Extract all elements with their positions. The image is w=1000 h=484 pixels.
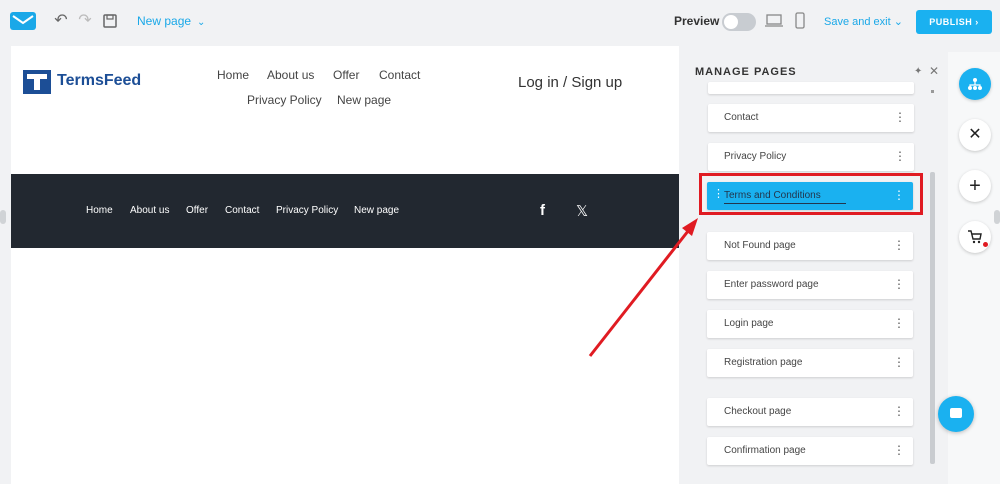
- page-item-not-found[interactable]: Not Found page ⋮: [707, 232, 913, 260]
- top-toolbar: ↶ ↷ New page ⌄ Preview Save and exit ⌄ PU…: [0, 0, 1000, 44]
- more-options-icon[interactable]: ⋮: [894, 149, 906, 163]
- right-resize-handle[interactable]: [994, 210, 1000, 224]
- preview-label: Preview: [674, 14, 720, 28]
- more-options-icon[interactable]: ⋮: [893, 238, 905, 252]
- chevron-down-icon: ⌄: [197, 17, 206, 28]
- preview-toggle[interactable]: [722, 13, 756, 31]
- page-item-label: Contact: [724, 112, 759, 123]
- page-item-label: Checkout page: [724, 406, 792, 417]
- chevron-down-icon: ⌄: [893, 16, 903, 28]
- panel-title: MANAGE PAGES: [695, 66, 797, 78]
- page-item-label: Registration page: [724, 357, 803, 368]
- redo-icon[interactable]: ↷: [76, 12, 94, 30]
- chevron-right-icon: ›: [975, 17, 979, 27]
- save-and-exit-button[interactable]: Save and exit ⌄: [824, 15, 903, 28]
- page-item-partial[interactable]: [708, 82, 914, 94]
- sitemap-icon[interactable]: [959, 68, 991, 100]
- termsfeed-logo-icon: [23, 70, 51, 94]
- more-options-icon[interactable]: ⋮: [893, 355, 905, 369]
- footer-nav-contact[interactable]: Contact: [225, 205, 259, 216]
- site-footer: Home About us Offer Contact Privacy Poli…: [11, 174, 679, 248]
- footer-nav-new-page[interactable]: New page: [354, 205, 399, 216]
- footer-nav-home[interactable]: Home: [86, 205, 113, 216]
- page-selector-label: New page: [137, 14, 192, 28]
- save-and-exit-label: Save and exit: [824, 16, 891, 28]
- panel-scrollbar[interactable]: [930, 172, 935, 464]
- footer-nav-offer[interactable]: Offer: [186, 205, 208, 216]
- left-resize-handle[interactable]: [0, 210, 6, 224]
- close-icon[interactable]: ✕: [959, 119, 991, 151]
- login-signup-link[interactable]: Log in / Sign up: [518, 74, 622, 91]
- editor-canvas[interactable]: TermsFeed Home About us Offer Contact Pr…: [11, 46, 679, 484]
- scroll-indicator: [931, 90, 934, 93]
- header-nav-privacy[interactable]: Privacy Policy: [247, 93, 322, 107]
- footer-nav-about[interactable]: About us: [130, 205, 169, 216]
- cart-icon[interactable]: [959, 221, 991, 253]
- page-item-contact[interactable]: Contact ⋮: [708, 104, 914, 132]
- header-nav-contact[interactable]: Contact: [379, 68, 420, 82]
- toggle-knob: [724, 15, 738, 29]
- more-options-icon[interactable]: ⋮: [893, 404, 905, 418]
- page-item-enter-password[interactable]: Enter password page ⋮: [707, 271, 913, 299]
- chat-icon[interactable]: [938, 396, 974, 432]
- header-nav-new-page[interactable]: New page: [337, 93, 391, 107]
- publish-button[interactable]: PUBLISH ›: [916, 10, 992, 34]
- getresponse-logo-icon[interactable]: [10, 12, 36, 30]
- manage-pages-panel: MANAGE PAGES ✦ ✕ Contact ⋮ Privacy Polic…: [685, 52, 945, 484]
- facebook-icon[interactable]: f: [540, 202, 545, 219]
- undo-icon[interactable]: ↶: [52, 12, 70, 30]
- page-item-label: Privacy Policy: [724, 151, 787, 162]
- header-nav-home[interactable]: Home: [217, 68, 249, 82]
- page-item-label: Not Found page: [724, 240, 796, 251]
- mobile-view-icon[interactable]: [791, 12, 809, 30]
- pin-icon[interactable]: ✦: [914, 66, 922, 77]
- page-item-login[interactable]: Login page ⋮: [707, 310, 913, 338]
- notification-dot: [983, 242, 988, 247]
- footer-nav-privacy[interactable]: Privacy Policy: [276, 205, 338, 216]
- save-icon[interactable]: [101, 12, 119, 30]
- page-item-confirmation[interactable]: Confirmation page ⋮: [707, 437, 913, 465]
- publish-label: PUBLISH: [929, 17, 973, 27]
- header-nav-offer[interactable]: Offer: [333, 68, 359, 82]
- more-options-icon[interactable]: ⋮: [894, 110, 906, 124]
- plus-icon[interactable]: +: [959, 170, 991, 202]
- desktop-view-icon[interactable]: [765, 12, 783, 30]
- page-item-label: Confirmation page: [724, 445, 806, 456]
- more-options-icon[interactable]: ⋮: [893, 277, 905, 291]
- page-item-privacy-policy[interactable]: Privacy Policy ⋮: [708, 143, 914, 171]
- more-options-icon[interactable]: ⋮: [893, 443, 905, 457]
- selection-highlight-box: [699, 173, 923, 215]
- close-panel-icon[interactable]: ✕: [929, 64, 939, 78]
- page-item-registration[interactable]: Registration page ⋮: [707, 349, 913, 377]
- page-item-label: Enter password page: [724, 279, 819, 290]
- more-options-icon[interactable]: ⋮: [893, 316, 905, 330]
- header-nav-about[interactable]: About us: [267, 68, 314, 82]
- page-selector[interactable]: New page ⌄: [137, 14, 205, 28]
- page-item-label: Login page: [724, 318, 774, 329]
- page-item-checkout[interactable]: Checkout page ⋮: [707, 398, 913, 426]
- brand-name: TermsFeed: [57, 72, 142, 89]
